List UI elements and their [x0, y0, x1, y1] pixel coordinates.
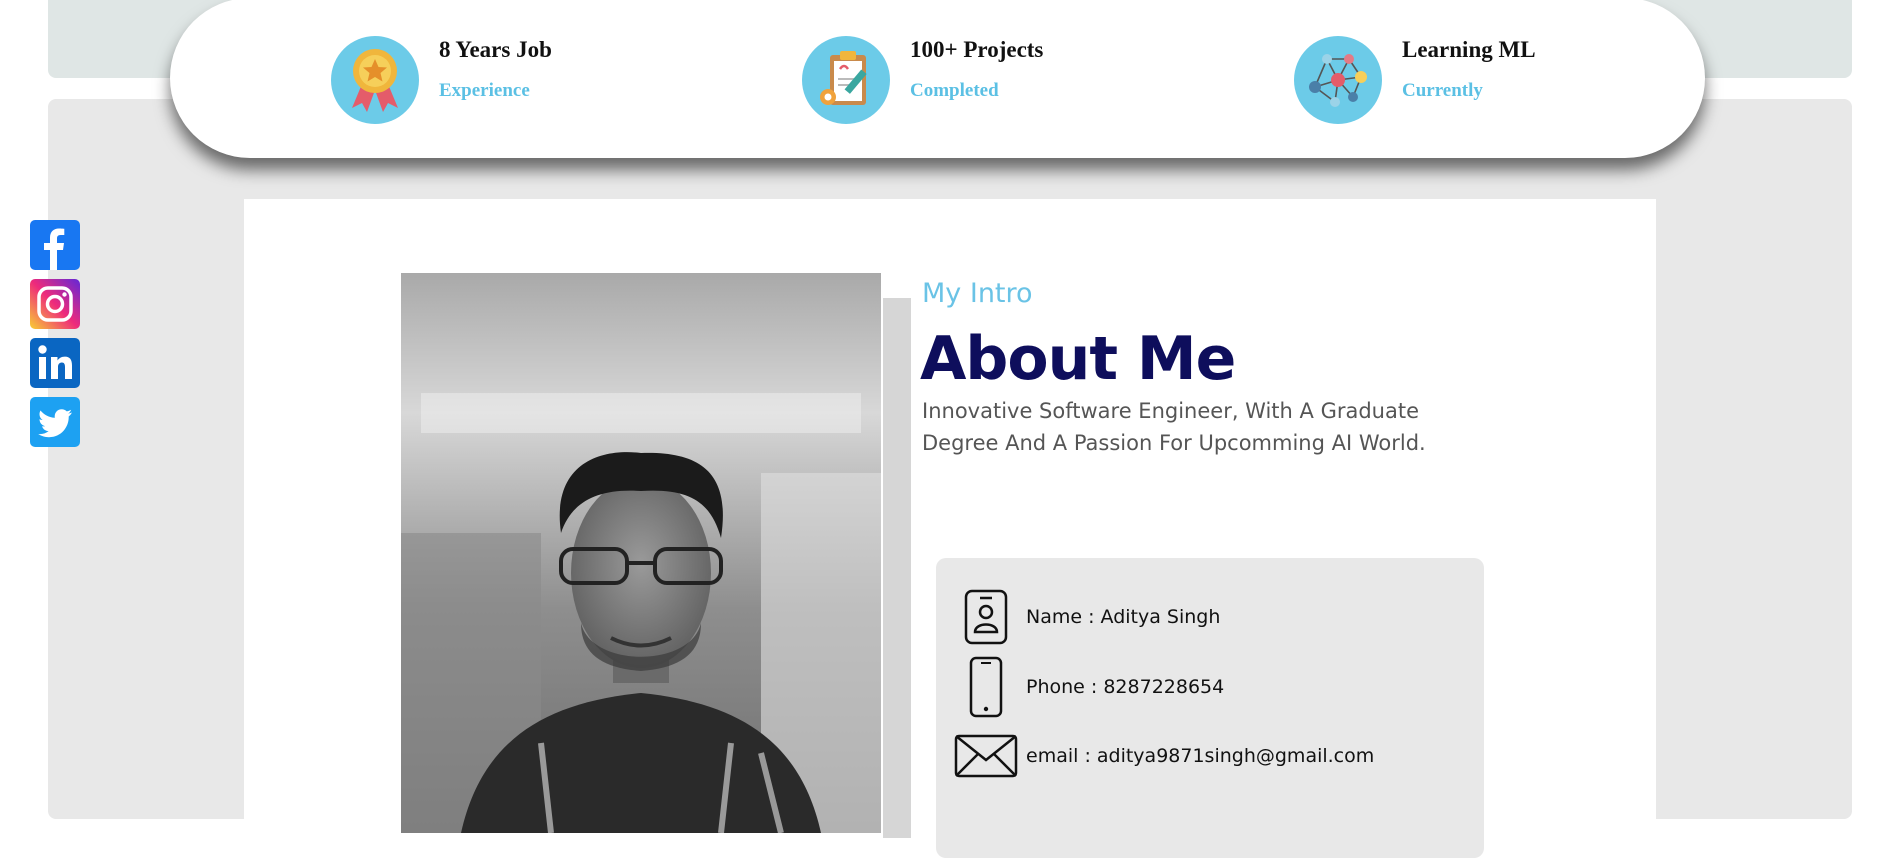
stats-banner: 8 Years Job Experience 100+ Projects Com…: [170, 0, 1705, 158]
stat-projects: 100+ Projects Completed: [802, 36, 1043, 124]
envelope-icon: [936, 734, 1036, 778]
contact-phone: Phone : 8287228654: [1026, 676, 1225, 698]
id-badge-icon: [936, 588, 1036, 646]
page-title: About Me: [920, 324, 1236, 394]
clipboard-icon: [802, 36, 890, 124]
contact-card: Name : Aditya Singh Phone : 8287228654 e…: [936, 558, 1484, 858]
stat-learning: Learning ML Currently: [1294, 36, 1536, 124]
contact-name: Name : Aditya Singh: [1026, 606, 1221, 628]
stat-subtitle: Completed: [910, 80, 999, 101]
contact-phone-row: Phone : 8287228654: [936, 656, 1224, 718]
intro-subtitle: My Intro: [922, 278, 1033, 309]
photo-backdrop: [883, 298, 911, 838]
linkedin-icon[interactable]: [30, 338, 80, 388]
phone-icon: [936, 656, 1036, 718]
profile-photo: [401, 273, 881, 833]
contact-email[interactable]: email : aditya9871singh@gmail.com: [1026, 745, 1374, 767]
contact-name-row: Name : Aditya Singh: [936, 588, 1220, 646]
stat-title: 100+ Projects: [910, 37, 1044, 62]
instagram-icon[interactable]: [30, 279, 80, 329]
about-section: My Intro About Me Innovative Software En…: [244, 199, 1656, 858]
contact-email-row: email : aditya9871singh@gmail.com: [936, 734, 1374, 778]
twitter-icon[interactable]: [30, 397, 80, 447]
stat-title: 8 Years Job: [439, 37, 552, 62]
network-icon: [1294, 36, 1382, 124]
medal-icon: [331, 36, 419, 124]
intro-description: Innovative Software Engineer, With A Gra…: [922, 399, 1426, 455]
stat-title: Learning ML: [1402, 37, 1536, 62]
stat-subtitle: Currently: [1402, 80, 1483, 101]
facebook-icon[interactable]: [30, 220, 80, 270]
stat-subtitle: Experience: [439, 80, 530, 101]
stat-experience: 8 Years Job Experience: [331, 36, 552, 124]
